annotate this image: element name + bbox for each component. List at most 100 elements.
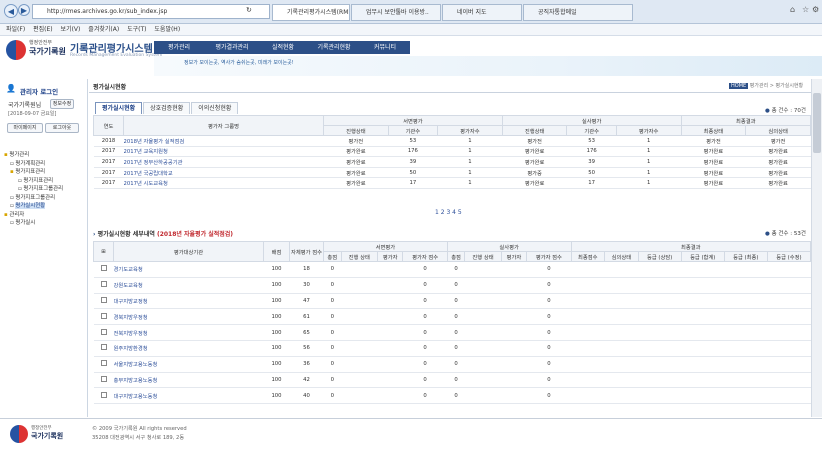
bullet-icon: › bbox=[93, 231, 96, 238]
table-row[interactable]: 2017 2017년 국공립대학교 평가완료 50 1 평가중 50 1 평가완료 평가완료 bbox=[93, 167, 811, 179]
forward-button[interactable]: ▶ bbox=[18, 4, 30, 16]
menu-help[interactable]: 도움말(H) bbox=[154, 26, 180, 33]
top-nav: 평가관리 평가결과관리 실적현황 기록관리현황 커뮤니티 bbox=[154, 41, 410, 54]
col-doc-evaluators: 평가자수 bbox=[437, 125, 503, 136]
table-row[interactable]: 원주지방환경청 100 56 0 0 0 0 bbox=[93, 340, 811, 357]
mypage-button[interactable]: 마이페이지 bbox=[7, 123, 43, 133]
tree-plan[interactable]: ▫ 평가계획관리 bbox=[4, 160, 88, 169]
tab-naver-map[interactable]: 네이버 지도 bbox=[442, 4, 522, 21]
tree-execute[interactable]: ▫ 평가실시 bbox=[4, 219, 88, 228]
select-all-icon[interactable]: ⊞ bbox=[93, 241, 114, 262]
edit-info-button[interactable]: 정보수정 bbox=[50, 99, 74, 109]
row-checkbox[interactable] bbox=[100, 344, 107, 351]
tab-status[interactable]: 평가실시현황 bbox=[95, 102, 143, 114]
main-content: 평가실시현황 HOME 평가관리 > 평가실시현황 평가실시현황 상호검증현황 이의… bbox=[89, 79, 812, 417]
row-checkbox[interactable] bbox=[100, 312, 107, 319]
tab-rmes[interactable]: 기록관리평가시스템(RMES) bbox=[272, 4, 350, 21]
row-checkbox[interactable] bbox=[100, 360, 107, 367]
table-row[interactable]: 서울지방고용노동청 100 36 0 0 0 0 bbox=[93, 356, 811, 373]
gear-icon[interactable]: ⚙ bbox=[812, 5, 819, 14]
col-doc-status: 진행상태 bbox=[323, 125, 389, 136]
col-evaluator-2: 평가자 bbox=[500, 251, 528, 262]
table-row[interactable]: 대구지방고용노동청 100 40 0 0 0 0 bbox=[93, 387, 811, 405]
tab-objection[interactable]: 이의신청현황 bbox=[191, 102, 239, 114]
menu-tools[interactable]: 도구(T) bbox=[127, 26, 146, 33]
col-grade-3: 등급 (최종) bbox=[723, 251, 768, 262]
table-row[interactable]: 2017 2017년 정부산하공공기관 평가완료 39 1 평가완료 39 1 평가완료 평가완료 bbox=[93, 156, 811, 168]
tab-security[interactable]: 업무시 보안툴바 이용방.. bbox=[351, 4, 441, 21]
scroll-thumb[interactable] bbox=[813, 93, 821, 153]
row-checkbox[interactable] bbox=[100, 296, 107, 303]
page-icon: ▫ bbox=[10, 194, 14, 201]
table-row[interactable]: 경기도교육청 100 18 0 0 0 0 bbox=[93, 261, 811, 278]
table-row[interactable]: 강원도교육청 100 30 0 0 0 0 bbox=[93, 277, 811, 294]
eval-table: 연도 평가자 그룹명 서면평가 실사평가 최종결과 진행상태 기관수 평가자수 … bbox=[93, 115, 812, 189]
table-row[interactable]: 충부지방고용노동청 100 42 0 0 0 0 bbox=[93, 372, 811, 389]
page-icon: ▫ bbox=[10, 160, 14, 167]
info-icon: ● bbox=[765, 231, 770, 237]
back-button[interactable]: ◀ bbox=[4, 4, 18, 18]
tree-eval-manage[interactable]: ▪ 평가관리 bbox=[4, 151, 88, 160]
table-row[interactable]: 2018 2018년 자율평가 실적점검 평가전 53 1 평가전 53 1 평가전 평가전 bbox=[93, 135, 811, 147]
info-icon: ● bbox=[765, 108, 770, 114]
section-title: › 평가실시현황 세부내역 (2018년 자율평가 실적점검) bbox=[93, 231, 234, 238]
menu-edit[interactable]: 편집(E) bbox=[33, 26, 53, 33]
page-icon: ▫ bbox=[18, 177, 22, 184]
table-row[interactable]: 경북지방우정청 100 61 0 0 0 0 bbox=[93, 308, 811, 326]
col-grade-2: 등급 (합계) bbox=[680, 251, 725, 262]
col-status: 진행 상태 bbox=[340, 251, 378, 262]
row-checkbox[interactable] bbox=[100, 281, 107, 288]
nav-performance[interactable]: 실적현황 bbox=[260, 41, 306, 54]
system-subtitle: Records Management Evaluation System bbox=[70, 53, 163, 58]
login-title: 관리자 로그인 bbox=[20, 88, 59, 96]
col-total: 총점 bbox=[323, 251, 342, 262]
col-org: 평가대상기관 bbox=[113, 241, 264, 262]
nav-eval-manage[interactable]: 평가관리 bbox=[154, 41, 204, 54]
nav-records-status[interactable]: 기록관리현황 bbox=[306, 41, 362, 54]
table-row[interactable]: 전북지방우정청 100 65 0 0 0 0 bbox=[93, 324, 811, 341]
menu-view[interactable]: 보기(V) bbox=[61, 26, 81, 33]
row-checkbox[interactable] bbox=[100, 265, 107, 272]
col-year: 연도 bbox=[93, 115, 124, 136]
vertical-scrollbar[interactable] bbox=[811, 79, 822, 417]
col-site-status: 진행상태 bbox=[501, 125, 568, 136]
folder-icon: ▪ bbox=[4, 211, 8, 218]
table-row[interactable]: 2017 2017년 교육지원청 평가완료 176 1 평가완료 176 1 평가완료 평가완료 bbox=[93, 146, 811, 158]
page-icon: ▫ bbox=[10, 220, 14, 226]
pagination[interactable]: 1 2 3 4 5 bbox=[435, 209, 462, 216]
footer-org: 국가기록원 bbox=[31, 432, 64, 440]
tree-admin[interactable]: ▪ 관리자 bbox=[4, 211, 88, 220]
login-date: [2018-09-07 금요일] bbox=[8, 111, 57, 117]
col-evaluator: 평가자 bbox=[376, 251, 404, 262]
menu-favorites[interactable]: 즐겨찾기(A) bbox=[88, 26, 119, 33]
home-icon[interactable]: ⌂ bbox=[790, 5, 795, 14]
tree-index[interactable]: ▪ 평가지표관리 bbox=[4, 168, 88, 177]
org-name: 국가기록원 bbox=[29, 47, 66, 56]
folder-icon: ▪ bbox=[10, 169, 14, 175]
address-bar[interactable]: http://rmes.archives.go.kr/sub_index.jsp bbox=[32, 4, 270, 19]
table-row[interactable]: 대구지방교정청 100 47 0 0 0 0 bbox=[93, 293, 811, 310]
col-site-orgs: 기관수 bbox=[566, 125, 617, 136]
tab-verify[interactable]: 상호검증현황 bbox=[143, 102, 191, 114]
row-checkbox[interactable] bbox=[100, 375, 107, 382]
tree-group[interactable]: ▫ 평가지표그룹관리 bbox=[4, 194, 88, 203]
menu-bar: 파일(F) 편집(E) 보기(V) 즐겨찾기(A) 도구(T) 도움말(H) bbox=[0, 24, 822, 36]
row-checkbox[interactable] bbox=[100, 328, 107, 335]
col-weight: 배점 bbox=[263, 241, 290, 262]
menu-file[interactable]: 파일(F) bbox=[6, 26, 25, 33]
nav-community[interactable]: 커뮤니티 bbox=[362, 41, 408, 54]
table-row[interactable]: 2017 2017년 시도교육청 평가완료 17 1 평가완료 17 1 평가완료 평가완료 bbox=[93, 177, 811, 189]
nav-eval-result[interactable]: 평가결과관리 bbox=[204, 41, 260, 54]
page-icon: ▫ bbox=[18, 186, 22, 192]
logout-button[interactable]: 로그아웃 bbox=[45, 123, 79, 133]
col-final-status: 최종상태 bbox=[680, 125, 747, 136]
tab-bar: 평가실시현황 상호검증현황 이의신청현황 bbox=[95, 102, 239, 114]
tree-index-sub[interactable]: ▫ 평가지표관리 bbox=[4, 177, 88, 186]
col-eval-score: 평가자 점수 bbox=[402, 251, 448, 262]
refresh-icon[interactable]: ↻ bbox=[246, 6, 252, 14]
row-checkbox[interactable] bbox=[100, 391, 107, 398]
tree-index-group[interactable]: ▫ 평가지표그룹관리 bbox=[4, 185, 88, 194]
star-icon[interactable]: ☆ bbox=[802, 5, 809, 14]
tree-status[interactable]: ▫ 평가실시현황 bbox=[4, 202, 88, 211]
tab-mail[interactable]: 공직자통합메일 bbox=[523, 4, 633, 21]
